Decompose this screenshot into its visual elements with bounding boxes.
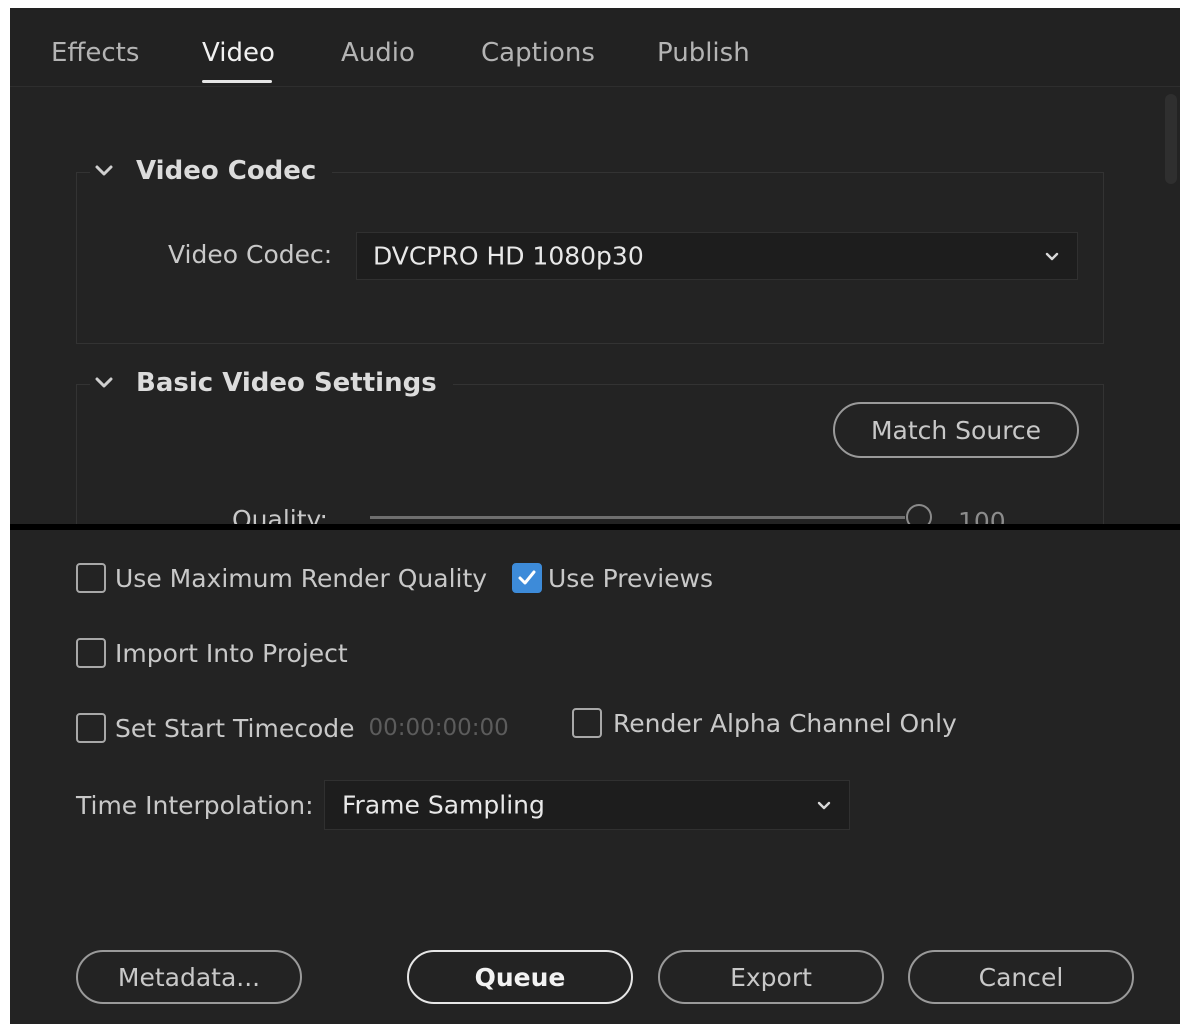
use-previews-checkbox[interactable] (512, 563, 542, 593)
scrollbar-thumb[interactable] (1165, 94, 1177, 184)
chevron-down-icon (90, 157, 118, 185)
quality-slider-track[interactable] (370, 516, 905, 519)
video-codec-label: Video Codec: (168, 240, 333, 269)
chevron-down-icon (815, 796, 833, 814)
video-codec-section-title: Video Codec (136, 156, 317, 186)
quality-label: Quality: (232, 505, 328, 524)
video-codec-select[interactable]: DVCPRO HD 1080p30 (356, 232, 1078, 280)
time-interpolation-select[interactable]: Frame Sampling (324, 780, 850, 830)
active-tab-indicator (202, 80, 272, 83)
export-settings-panel: Effects Video Audio Captions Publish Vid… (10, 8, 1180, 1024)
queue-button[interactable]: Queue (407, 950, 633, 1004)
video-settings-panel: Effects Video Audio Captions Publish Vid… (10, 8, 1180, 524)
match-source-button[interactable]: Match Source (833, 402, 1079, 458)
quality-slider-thumb[interactable] (906, 504, 932, 524)
tab-video[interactable]: Video (202, 38, 275, 68)
render-alpha-only-option[interactable]: Render Alpha Channel Only (572, 708, 957, 738)
tab-audio[interactable]: Audio (341, 38, 415, 68)
tab-bar: Effects Video Audio Captions Publish (10, 8, 1180, 87)
export-options-panel: Use Maximum Render Quality Use Previews … (10, 530, 1180, 1024)
max-render-quality-checkbox[interactable] (76, 563, 106, 593)
video-codec-section-header[interactable]: Video Codec (90, 156, 333, 186)
use-previews-label: Use Previews (548, 563, 713, 593)
time-interpolation-label: Time Interpolation: (76, 791, 314, 820)
use-previews-option[interactable]: Use Previews (512, 563, 713, 593)
time-interpolation-value: Frame Sampling (342, 790, 545, 820)
metadata-button[interactable]: Metadata... (76, 950, 302, 1004)
tab-effects[interactable]: Effects (51, 38, 139, 68)
import-into-project-label: Import Into Project (115, 638, 348, 668)
render-alpha-only-label: Render Alpha Channel Only (613, 708, 957, 738)
chevron-down-icon (90, 369, 118, 397)
import-into-project-option[interactable]: Import Into Project (76, 638, 348, 668)
checkmark-icon (518, 570, 536, 585)
start-timecode-value: 00:00:00:00 (368, 715, 509, 741)
render-alpha-only-checkbox[interactable] (572, 708, 602, 738)
basic-video-settings-section-header[interactable]: Basic Video Settings (90, 368, 453, 398)
tab-publish[interactable]: Publish (657, 38, 750, 68)
max-render-quality-option[interactable]: Use Maximum Render Quality (76, 563, 487, 593)
set-start-timecode-option[interactable]: Set Start Timecode 00:00:00:00 (76, 713, 509, 743)
max-render-quality-label: Use Maximum Render Quality (115, 563, 488, 593)
cancel-button[interactable]: Cancel (908, 950, 1134, 1004)
quality-value: 100 (958, 507, 1006, 524)
tab-captions[interactable]: Captions (481, 38, 595, 68)
basic-video-settings-section-title: Basic Video Settings (136, 368, 437, 398)
set-start-timecode-checkbox[interactable] (76, 713, 106, 743)
chevron-down-icon (1043, 247, 1061, 265)
import-into-project-checkbox[interactable] (76, 638, 106, 668)
export-button[interactable]: Export (658, 950, 884, 1004)
video-codec-value: DVCPRO HD 1080p30 (373, 241, 644, 271)
set-start-timecode-label: Set Start Timecode (115, 713, 355, 743)
